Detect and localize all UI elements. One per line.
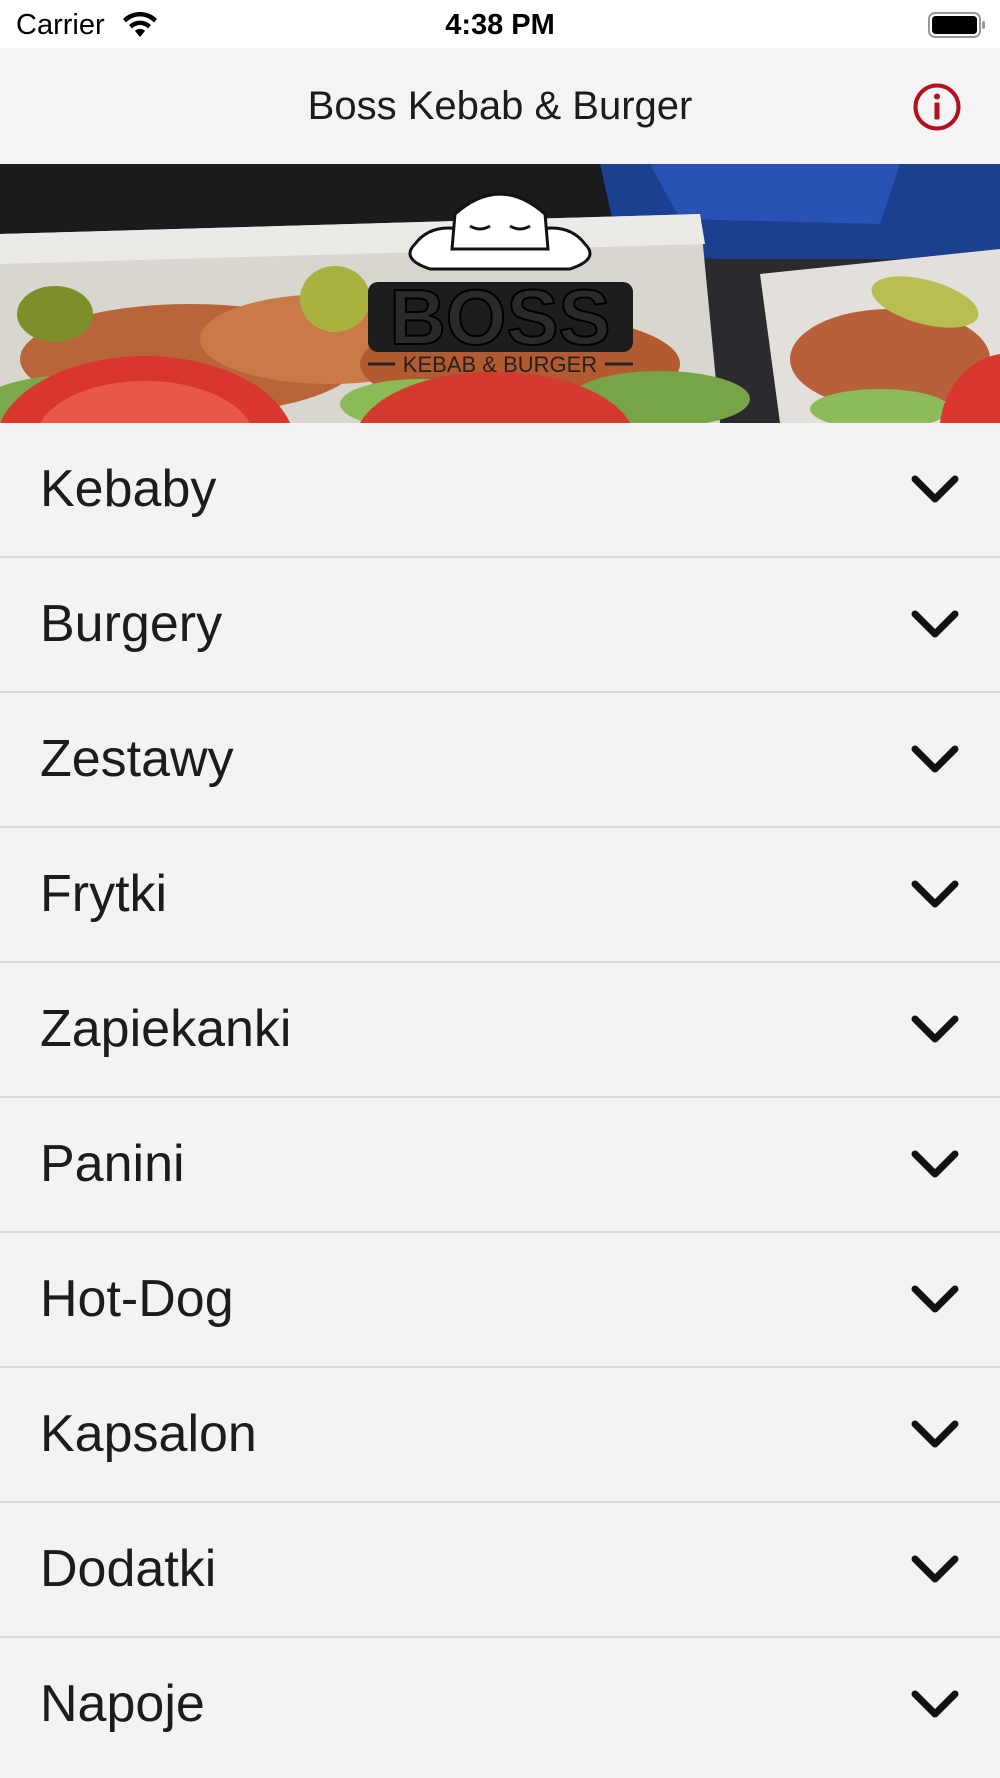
menu-category-row[interactable]: Burgery bbox=[0, 558, 1000, 693]
menu-category-row[interactable]: Zestawy bbox=[0, 693, 1000, 828]
menu-category-row[interactable]: Panini bbox=[0, 1098, 1000, 1233]
logo-text: BOSS bbox=[389, 273, 610, 361]
menu-category-list: Kebaby Burgery Zestawy Frytki Zapiekanki Pani… bbox=[0, 423, 1000, 1773]
menu-category-label: Zestawy bbox=[40, 730, 234, 788]
app-screen: Carrier 4:38 PM Boss Kebab & Burger BOSS… bbox=[0, 0, 1000, 1778]
menu-category-row[interactable]: Zapiekanki bbox=[0, 963, 1000, 1098]
header-banner: BOSS KEBAB & BURGER bbox=[0, 164, 1000, 423]
status-time: 4:38 PM bbox=[445, 9, 555, 41]
chevron-down-icon bbox=[911, 745, 959, 773]
menu-category-label: Dodatki bbox=[40, 1540, 217, 1598]
chevron-down-icon bbox=[911, 610, 959, 638]
menu-category-row[interactable]: Kebaby bbox=[0, 423, 1000, 558]
status-bar: Carrier 4:38 PM bbox=[0, 0, 1000, 48]
navigation-bar: Boss Kebab & Burger bbox=[0, 48, 1000, 164]
logo-subtext: KEBAB & BURGER bbox=[403, 352, 597, 377]
chevron-down-icon bbox=[911, 1015, 959, 1043]
menu-category-label: Kapsalon bbox=[40, 1405, 257, 1463]
chevron-down-icon bbox=[911, 1555, 959, 1583]
banner-image: BOSS KEBAB & BURGER bbox=[0, 164, 1000, 423]
chevron-down-icon bbox=[911, 880, 959, 908]
menu-category-label: Burgery bbox=[40, 595, 223, 653]
chevron-down-icon bbox=[911, 475, 959, 503]
info-button[interactable] bbox=[912, 82, 962, 132]
menu-category-row[interactable]: Napoje bbox=[0, 1638, 1000, 1773]
menu-category-row[interactable]: Dodatki bbox=[0, 1503, 1000, 1638]
menu-category-label: Kebaby bbox=[40, 460, 217, 518]
page-title: Boss Kebab & Burger bbox=[307, 84, 693, 128]
menu-category-row[interactable]: Kapsalon bbox=[0, 1368, 1000, 1503]
menu-category-label: Panini bbox=[40, 1135, 185, 1193]
info-circle-icon bbox=[913, 83, 961, 131]
menu-category-label: Zapiekanki bbox=[40, 1000, 292, 1058]
menu-category-row[interactable]: Frytki bbox=[0, 828, 1000, 963]
battery-icon bbox=[928, 12, 985, 38]
menu-category-label: Napoje bbox=[40, 1675, 205, 1733]
chevron-down-icon bbox=[911, 1420, 959, 1448]
chevron-down-icon bbox=[911, 1150, 959, 1178]
chevron-down-icon bbox=[911, 1690, 959, 1718]
menu-category-label: Hot-Dog bbox=[40, 1270, 234, 1328]
menu-category-row[interactable]: Hot-Dog bbox=[0, 1233, 1000, 1368]
menu-category-label: Frytki bbox=[40, 865, 168, 923]
chevron-down-icon bbox=[911, 1285, 959, 1313]
